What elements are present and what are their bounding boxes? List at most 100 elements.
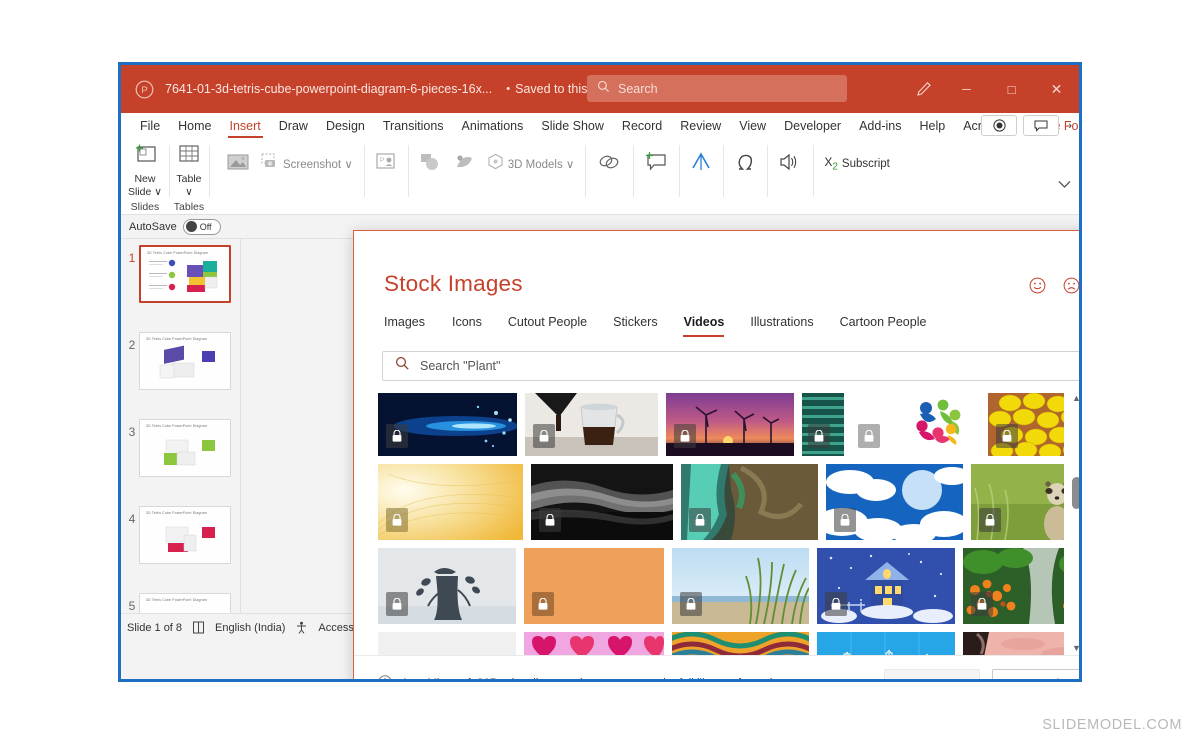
slide-thumbnail[interactable]: 3D Tetris Cube PowerPoint Diagram (139, 419, 231, 477)
video-tile-golden-abstract-swirl[interactable] (378, 464, 523, 540)
happy-face-icon[interactable] (1029, 277, 1046, 299)
video-tile-pink-hearts-pattern[interactable] (524, 632, 664, 655)
video-tile-yellow-lemons[interactable] (988, 393, 1064, 456)
ribbon-group-tables: Table ∨ Tables (168, 139, 209, 215)
tab-design[interactable]: Design (317, 113, 374, 139)
video-tile-dark-ocean-waves-aerial[interactable] (531, 464, 673, 540)
video-tile-blank-placeholder[interactable] (852, 393, 888, 456)
results-grid[interactable] (378, 393, 1064, 655)
comment-icon[interactable] (1023, 115, 1060, 136)
3d-models-button[interactable]: 3D Models ∨ (483, 151, 579, 177)
tab-icons[interactable]: Icons (439, 315, 495, 337)
pen-icon[interactable] (904, 65, 944, 113)
tab-slide-show[interactable]: Slide Show (532, 113, 613, 139)
tab-insert[interactable]: Insert (221, 113, 270, 139)
video-tile-turquoise-river-aerial[interactable] (681, 464, 818, 540)
video-premium-badge-icon (386, 424, 408, 448)
dialog-footer: As a Microsoft 365 subscriber, you have … (354, 655, 1079, 680)
tab-stickers[interactable]: Stickers (600, 315, 670, 337)
list-item[interactable]: 2 3D Tetris Cube PowerPoint Diagram (121, 326, 240, 413)
slide-thumbnail-panel[interactable]: 1 3D Tetris Cube PowerPoint Diagram 2 3D… (121, 239, 241, 613)
tab-review[interactable]: Review (671, 113, 730, 139)
full-library-link[interactable]: full library (679, 678, 728, 680)
tab-record[interactable]: Record (613, 113, 671, 139)
tab-cartoon-people[interactable]: Cartoon People (827, 315, 940, 337)
language-indicator[interactable]: English (India) (215, 622, 285, 634)
shapes-button[interactable] (415, 150, 447, 179)
video-tile-white-blank[interactable] (378, 632, 516, 655)
icons-button[interactable] (449, 150, 481, 179)
slide-counter: Slide 1 of 8 (127, 621, 183, 634)
video-tile-wind-turbines-sunset[interactable] (666, 393, 794, 456)
video-tile-pink-texture-closeup[interactable] (963, 632, 1064, 655)
close-button[interactable]: ✕ (1034, 65, 1079, 113)
sad-face-icon[interactable] (1063, 277, 1079, 299)
tab-file[interactable]: File (131, 113, 169, 139)
video-tile-blue-particle-streak[interactable] (378, 393, 517, 456)
tab-cutout-people[interactable]: Cutout People (495, 315, 600, 337)
photo-album-button[interactable]: P (371, 150, 401, 178)
tab-images[interactable]: Images (384, 315, 439, 337)
slide-thumbnail[interactable]: 3D Tetris Cube PowerPoint Diagram (139, 245, 231, 303)
list-item[interactable]: 4 3D Tetris Cube PowerPoint Diagram (121, 500, 240, 587)
list-item[interactable]: 1 3D Tetris Cube PowerPoint Diagram (121, 239, 240, 326)
maximize-button[interactable]: □ (989, 65, 1034, 113)
list-item[interactable]: 5 3D Tetris Cube PowerPoint Diagram (121, 587, 240, 613)
video-premium-badge-icon (834, 508, 856, 532)
tab-transitions[interactable]: Transitions (374, 113, 453, 139)
grid-row (378, 548, 1064, 624)
video-tile-colorful-people-logo[interactable] (896, 393, 980, 456)
search-input[interactable]: Search "Plant" (382, 351, 1079, 381)
new-comment-button[interactable] (640, 149, 672, 180)
audio-button[interactable] (774, 149, 806, 180)
more-tabs-button[interactable]: › (1065, 120, 1075, 132)
scroll-down-icon[interactable]: ▼ (1072, 643, 1079, 653)
tab-view[interactable]: View (730, 113, 775, 139)
link-button[interactable] (592, 150, 626, 179)
minimize-button[interactable]: ─ (944, 65, 989, 113)
autosave-toggle[interactable]: Off (182, 218, 221, 235)
tab-videos[interactable]: Videos (671, 315, 738, 337)
tab-help[interactable]: Help (910, 113, 954, 139)
video-tile-green-building-facade[interactable] (802, 393, 844, 456)
results-grid-wrapper: ▲ ▼ (378, 393, 1079, 655)
chevron-down-icon[interactable] (1058, 178, 1071, 192)
subscript-button[interactable]: X2 Subscript (820, 153, 894, 174)
tab-draw[interactable]: Draw (270, 113, 317, 139)
video-tile-orange-solid-background[interactable] (524, 548, 664, 624)
tab-home[interactable]: Home (169, 113, 220, 139)
video-tile-beach-grass-dunes[interactable] (672, 548, 809, 624)
video-tile-blue-sparkler[interactable] (817, 632, 955, 655)
video-tile-colorful-wavy-stripes[interactable] (672, 632, 809, 655)
video-tile-coffee-pour-glass[interactable] (525, 393, 658, 456)
tab-animations[interactable]: Animations (453, 113, 533, 139)
video-tile-blue-sky-clouds[interactable] (826, 464, 963, 540)
cancel-button[interactable]: Cancel (992, 668, 1079, 679)
search-input[interactable]: Search (587, 75, 847, 102)
list-item[interactable]: 3 3D Tetris Cube PowerPoint Diagram (121, 413, 240, 500)
insert-button[interactable]: Insert (884, 668, 980, 679)
video-tile-autumn-berries-waterfall[interactable] (963, 548, 1064, 624)
scroll-up-icon[interactable]: ▲ (1072, 393, 1079, 403)
slide-thumbnail[interactable]: 3D Tetris Cube PowerPoint Diagram (139, 593, 231, 613)
slide-thumbnail[interactable]: 3D Tetris Cube PowerPoint Diagram (139, 506, 231, 564)
tab-illustrations[interactable]: Illustrations (737, 315, 826, 337)
record-icon[interactable] (981, 115, 1018, 136)
video-tile-meerkat-grass[interactable] (971, 464, 1064, 540)
symbol-button[interactable] (730, 149, 760, 180)
table-button[interactable]: Table ∨ (176, 143, 202, 198)
grid-scrollbar[interactable]: ▲ ▼ (1070, 393, 1079, 655)
screenshot-button[interactable]: Screenshot ∨ (257, 151, 357, 177)
text-box-button[interactable] (686, 149, 716, 180)
close-icon[interactable] (1076, 239, 1079, 265)
new-slide-button[interactable]: New Slide ∨ (128, 143, 162, 198)
slide-thumbnail[interactable]: 3D Tetris Cube PowerPoint Diagram (139, 332, 231, 390)
document-title: 7641-01-3d-tetris-cube-powerpoint-diagra… (165, 82, 493, 96)
tab-add-ins[interactable]: Add-ins (850, 113, 910, 139)
tab-developer[interactable]: Developer (775, 113, 850, 139)
video-tile-winter-cabin-night[interactable] (817, 548, 955, 624)
notes-page-icon[interactable] (192, 621, 205, 634)
pictures-button[interactable] (223, 150, 255, 179)
video-tile-snow-person-silhouette[interactable] (378, 548, 516, 624)
grid-scrollbar-thumb[interactable] (1072, 477, 1079, 509)
